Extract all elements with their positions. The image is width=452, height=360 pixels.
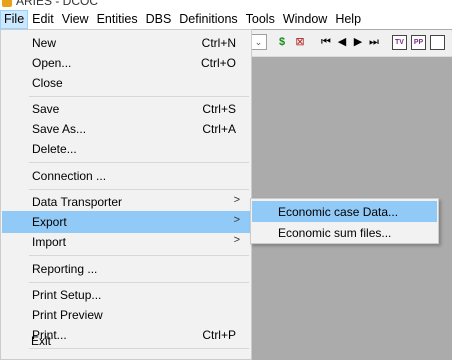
menu-item-shortcut: Ctrl+N: [201, 36, 236, 50]
menu-item-label: Save As...: [32, 122, 87, 136]
menu-item-label: Close: [32, 76, 63, 90]
menu-item-print-setup[interactable]: Print Setup...: [2, 284, 250, 306]
submenu-item-economic-case-data[interactable]: Economic case Data...: [252, 201, 437, 222]
last-record-icon[interactable]: ⏭: [368, 35, 380, 50]
menu-entities[interactable]: Entities: [93, 10, 142, 29]
menu-item-open[interactable]: Open... Ctrl+O: [2, 52, 250, 74]
menu-item-close[interactable]: Close: [2, 72, 250, 94]
menu-item-new[interactable]: New Ctrl+N: [2, 32, 250, 54]
menu-item-label: Delete...: [32, 142, 77, 156]
menu-item-label: Import: [32, 235, 67, 249]
submenu-arrow-icon: >: [233, 194, 240, 206]
menu-item-exit[interactable]: Exit: [1, 330, 249, 352]
menu-item-label: Reporting ...: [32, 262, 98, 276]
first-record-icon[interactable]: ⏮: [320, 35, 332, 50]
menu-item-label: Save: [32, 102, 60, 116]
export-submenu: Economic case Data... Economic sum files…: [250, 198, 439, 244]
menu-file[interactable]: File: [0, 10, 29, 29]
submenu-arrow-icon: >: [233, 234, 240, 246]
submenu-arrow-icon: >: [233, 214, 240, 226]
menu-item-import[interactable]: Import >: [2, 231, 250, 253]
title-bar: ARIES - DCOC: [0, 0, 452, 10]
app-icon: [2, 0, 12, 7]
previous-record-icon[interactable]: ◀: [336, 35, 348, 50]
next-record-icon[interactable]: ▶: [352, 35, 364, 50]
report-icon[interactable]: ⊠: [294, 35, 306, 50]
menu-item-print-preview[interactable]: Print Preview: [2, 304, 250, 326]
menu-item-label: New: [32, 36, 57, 50]
menu-item-label: Data Transporter: [32, 195, 123, 209]
toolbar-button-icon[interactable]: [430, 35, 445, 50]
menu-item-label: Open...: [32, 56, 72, 70]
menu-bar: File Edit View Entities DBS Definitions …: [0, 10, 452, 29]
menu-item-label: Connection ...: [32, 169, 107, 183]
menu-item-delete[interactable]: Delete...: [2, 138, 250, 160]
menu-separator: [29, 162, 249, 163]
menu-item-label: Exit: [31, 334, 52, 348]
menu-tools[interactable]: Tools: [242, 10, 279, 29]
menu-item-export[interactable]: Export >: [2, 211, 250, 233]
menu-item-save-as[interactable]: Save As... Ctrl+A: [2, 118, 250, 140]
menu-item-shortcut: Ctrl+A: [202, 122, 236, 136]
menu-item-connection[interactable]: Connection ...: [2, 165, 250, 187]
menu-separator: [29, 282, 249, 283]
submenu-item-label: Economic sum files...: [278, 226, 392, 240]
toolbar: ⌄ $ ⊠ ⏮ ◀ ▶ ⏭ TV PP: [250, 30, 452, 57]
menu-item-label: Print Preview: [32, 308, 103, 322]
menu-item-data-transporter[interactable]: Data Transporter >: [2, 191, 250, 213]
submenu-item-economic-sum-files[interactable]: Economic sum files...: [252, 222, 437, 243]
menu-window[interactable]: Window: [279, 10, 331, 29]
pp-button-icon[interactable]: PP: [411, 35, 426, 50]
tv-button-icon[interactable]: TV: [392, 35, 407, 50]
submenu-item-label: Economic case Data...: [278, 205, 399, 219]
menu-item-reporting[interactable]: Reporting ...: [2, 258, 250, 280]
menu-help[interactable]: Help: [331, 10, 365, 29]
menu-item-save[interactable]: Save Ctrl+S: [2, 98, 250, 120]
menu-item-shortcut: Ctrl+O: [200, 56, 236, 70]
menu-definitions[interactable]: Definitions: [175, 10, 241, 29]
dollar-icon[interactable]: $: [276, 35, 288, 50]
menu-item-shortcut: Ctrl+S: [202, 102, 236, 116]
menu-item-label: Export: [32, 215, 67, 229]
file-menu-dropdown: New Ctrl+N Open... Ctrl+O Close Save Ctr…: [0, 29, 252, 360]
menu-item-label: Print Setup...: [32, 288, 102, 302]
menu-separator: [29, 189, 249, 190]
window-title: ARIES - DCOC: [16, 0, 99, 8]
menu-separator: [29, 96, 249, 97]
menu-separator: [29, 255, 249, 256]
menu-view[interactable]: View: [58, 10, 93, 29]
menu-edit[interactable]: Edit: [28, 10, 58, 29]
combo-dropdown-arrow-icon[interactable]: ⌄: [250, 34, 267, 50]
menu-dbs[interactable]: DBS: [142, 10, 176, 29]
